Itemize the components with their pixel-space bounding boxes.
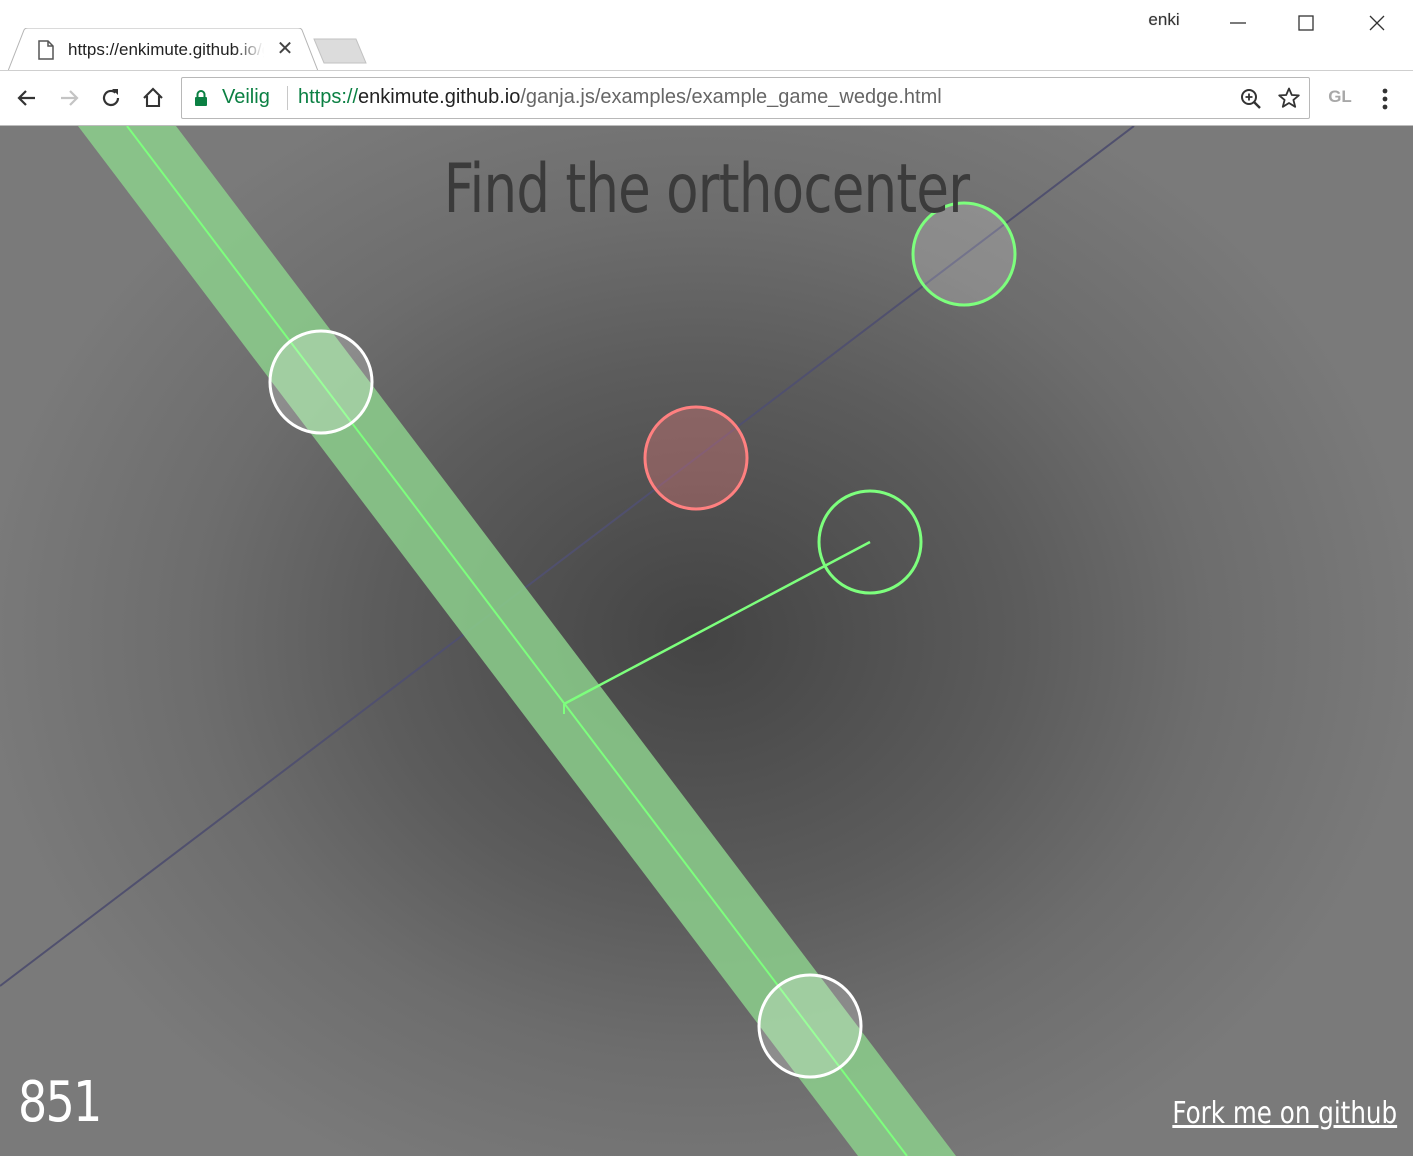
page-icon: [38, 40, 54, 60]
secure-label: Veilig: [222, 86, 270, 108]
score-counter: 851: [18, 1070, 102, 1135]
close-icon: [1369, 15, 1385, 31]
home-button[interactable]: [138, 83, 168, 113]
star-icon[interactable]: [1277, 86, 1301, 110]
reload-button[interactable]: [96, 83, 126, 113]
minimize-icon: [1230, 22, 1246, 24]
fork-on-github-link[interactable]: Fork me on github: [1172, 1096, 1397, 1131]
maximize-icon: [1298, 15, 1314, 31]
back-button[interactable]: [12, 83, 42, 113]
tab-title: https://enkimute.github.io/ganja.js/exam…: [68, 40, 264, 59]
forward-button[interactable]: [54, 83, 84, 113]
address-bar[interactable]: Veilig https://enkimute.github.io/ganja.…: [181, 77, 1310, 119]
window-titlebar: https://enkimute.github.io/ganja.js/exam…: [0, 0, 1413, 72]
tab-close-button[interactable]: ✕: [274, 38, 296, 60]
game-title: Find the orthocenter: [443, 150, 970, 229]
lock-icon: [195, 90, 207, 106]
url-path: /ganja.js/examples/example_game_wedge.ht…: [520, 86, 942, 108]
home-icon: [143, 87, 163, 108]
gl-extension-button[interactable]: GL: [1324, 87, 1356, 109]
arrow-left-icon: [17, 90, 35, 106]
kebab-menu-icon[interactable]: [1372, 85, 1398, 113]
maximize-button[interactable]: [1272, 0, 1340, 46]
browser-toolbar: Veilig https://enkimute.github.io/ganja.…: [0, 71, 1413, 126]
url-scheme: https://: [298, 86, 359, 108]
zoom-icon[interactable]: [1239, 87, 1263, 111]
game-scene: [0, 126, 1135, 1156]
browser-tab[interactable]: https://enkimute.github.io/ganja.js/exam…: [8, 28, 318, 71]
vertex-handle[interactable]: [757, 973, 863, 1079]
profile-name[interactable]: enki: [1136, 10, 1192, 34]
game-canvas[interactable]: Find the orthocenter 851 Fork me on gith…: [0, 126, 1413, 1156]
vertex-handle[interactable]: [268, 329, 374, 435]
arrow-right-icon: [61, 90, 79, 106]
new-tab-button[interactable]: [312, 38, 368, 64]
omnibox-divider: [287, 86, 288, 110]
reload-icon: [102, 89, 120, 107]
url-text[interactable]: https://enkimute.github.io/ganja.js/exam…: [298, 86, 942, 110]
minimize-button[interactable]: [1204, 0, 1272, 46]
close-window-button[interactable]: [1343, 0, 1411, 46]
orthocenter-guess-marker[interactable]: [643, 405, 749, 511]
url-host: enkimute.github.io: [358, 86, 521, 108]
